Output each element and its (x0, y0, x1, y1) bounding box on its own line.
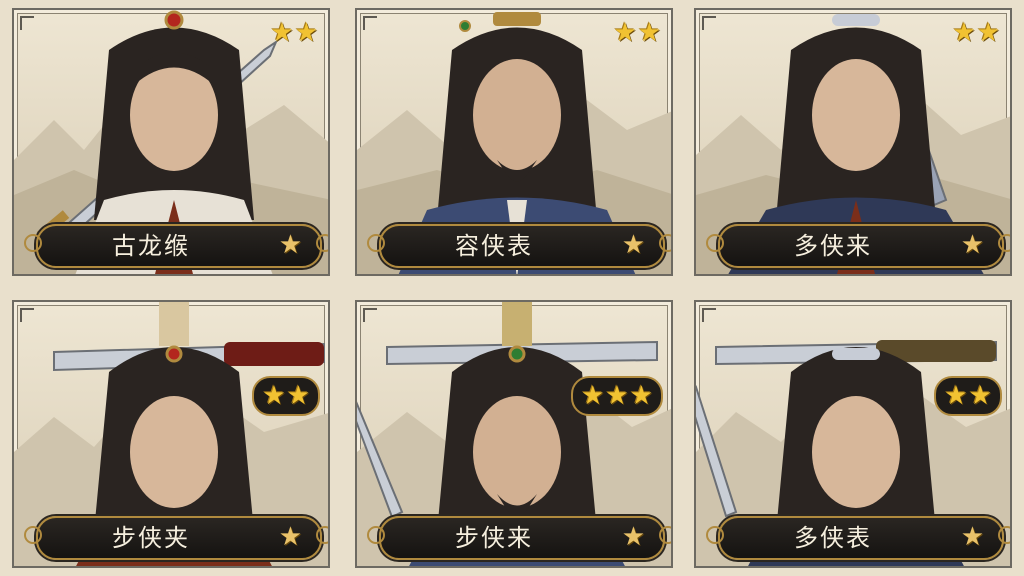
name-plaque: 步侠夹 ★ (24, 516, 328, 560)
star-icon: ★ (960, 230, 984, 260)
hero-name: 古龙缑 (112, 232, 190, 260)
star-icon: ★ (621, 522, 645, 552)
hero-name: 多侠来 (794, 232, 872, 260)
name-plaque: 多侠来 ★ (706, 224, 1010, 268)
hero-name: 容侠表 (455, 232, 533, 260)
corner-ornament (20, 16, 34, 30)
corner-ornament (20, 308, 34, 322)
star-icon: ★ (621, 230, 645, 260)
hero-grid: ★ ★ 古龙缑 ★ ★ ★ 容侠表 ★ ★ ★ 多侠来 ★ ★ ★ 步侠夹 ★ … (0, 0, 1024, 576)
hero-card-4[interactable]: ★ ★ 步侠夹 ★ (12, 300, 330, 568)
star-icon: ★ (944, 381, 968, 411)
corner-ornament (702, 308, 716, 322)
star-icon: ★ (976, 18, 1000, 48)
hero-name: 步侠来 (455, 524, 533, 552)
star-rating: ★ ★ ★ (571, 376, 663, 416)
star-rating: ★ ★ (952, 20, 1000, 46)
star-rating: ★ ★ (934, 376, 1002, 416)
star-rating: ★ ★ (270, 20, 318, 46)
star-icon: ★ (278, 230, 302, 260)
star-icon: ★ (270, 18, 294, 48)
name-plaque: 容侠表 ★ (367, 224, 671, 268)
name-plaque: 古龙缑 ★ (24, 224, 328, 268)
star-icon: ★ (605, 381, 629, 411)
star-icon: ★ (286, 381, 310, 411)
hero-card-5[interactable]: ★ ★ ★ 步侠来 ★ (355, 300, 673, 568)
corner-ornament (363, 16, 377, 30)
hero-card-6[interactable]: ★ ★ 多侠表 ★ (694, 300, 1012, 568)
hero-card-3[interactable]: ★ ★ 多侠来 ★ (694, 8, 1012, 276)
name-plaque: 步侠来 ★ (367, 516, 671, 560)
star-icon: ★ (629, 381, 653, 411)
star-rating: ★ ★ (252, 376, 320, 416)
name-plaque: 多侠表 ★ (706, 516, 1010, 560)
star-icon: ★ (637, 18, 661, 48)
star-icon: ★ (960, 522, 984, 552)
hero-name: 多侠表 (794, 524, 872, 552)
corner-ornament (702, 16, 716, 30)
hero-name: 步侠夹 (112, 524, 190, 552)
hero-card-2[interactable]: ★ ★ 容侠表 ★ (355, 8, 673, 276)
hero-card-1[interactable]: ★ ★ 古龙缑 ★ (12, 8, 330, 276)
corner-ornament (363, 308, 377, 322)
star-icon: ★ (294, 18, 318, 48)
star-icon: ★ (581, 381, 605, 411)
star-rating: ★ ★ (613, 20, 661, 46)
star-icon: ★ (952, 18, 976, 48)
star-icon: ★ (613, 18, 637, 48)
star-icon: ★ (968, 381, 992, 411)
star-icon: ★ (262, 381, 286, 411)
star-icon: ★ (278, 522, 302, 552)
